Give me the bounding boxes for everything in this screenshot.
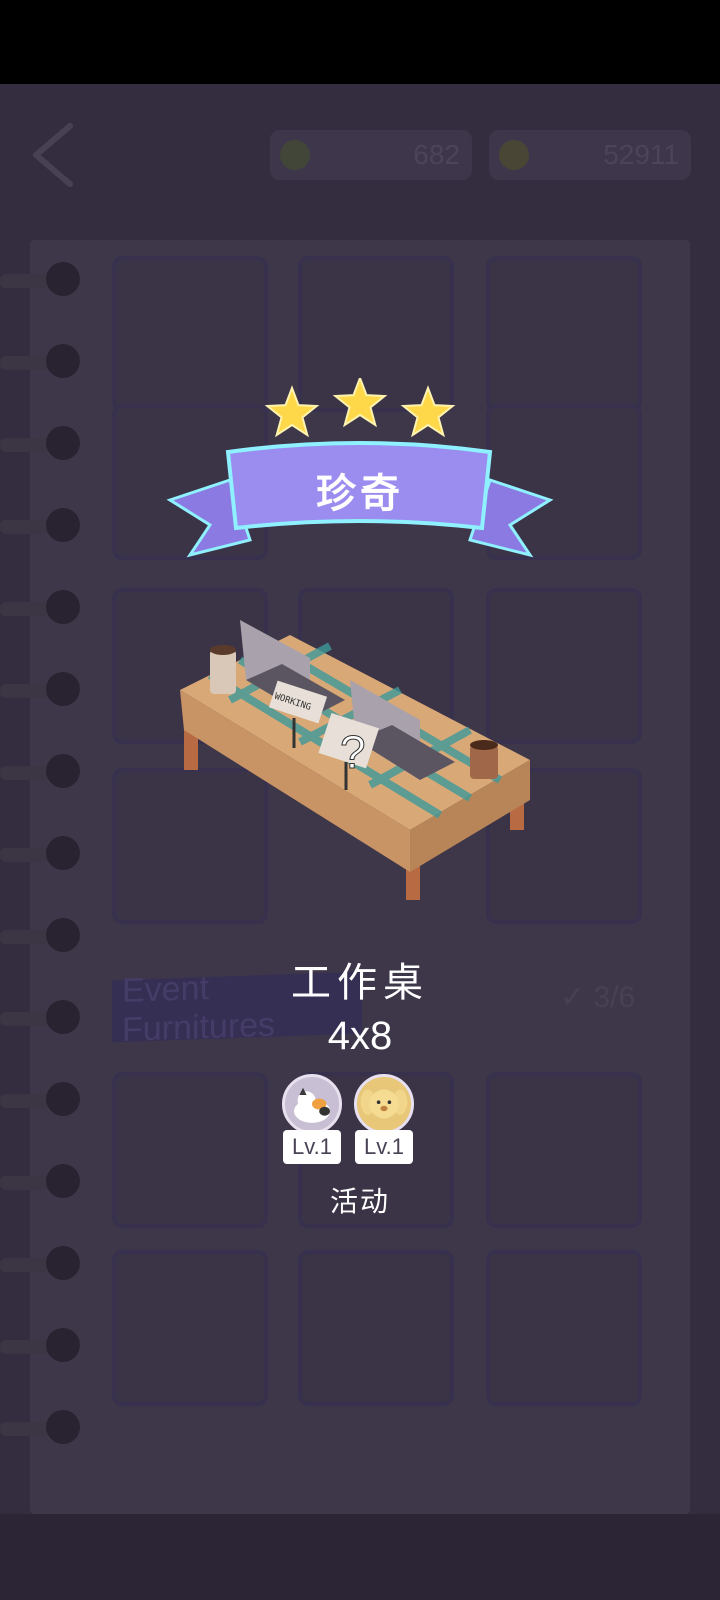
spiral-ring	[0, 836, 80, 872]
collection-cell[interactable]	[486, 1250, 642, 1406]
coin-count: 52911	[603, 139, 679, 170]
status-bar	[0, 0, 720, 84]
calico-cat-icon	[282, 1074, 342, 1134]
spiral-ring	[0, 1246, 80, 1282]
spiral-ring	[0, 508, 80, 544]
gem-icon	[280, 140, 310, 170]
collection-cell[interactable]	[486, 256, 642, 412]
spiral-ring	[0, 426, 80, 462]
spiral-ring	[0, 344, 80, 380]
star-icon	[264, 385, 320, 438]
collection-cell[interactable]	[298, 1250, 454, 1406]
rarity-stars	[264, 378, 456, 438]
spiral-ring	[0, 918, 80, 954]
coin-counter[interactable]: 52911	[489, 130, 691, 180]
spiral-ring	[0, 672, 80, 708]
pet-level-badge: Lv.1	[283, 1130, 341, 1164]
spiral-ring	[0, 1410, 80, 1446]
gem-counter[interactable]: 682	[270, 130, 472, 180]
spiral-ring	[0, 1082, 80, 1118]
star-icon	[400, 385, 456, 438]
chevron-left-icon	[33, 123, 73, 187]
spiral-ring	[0, 754, 80, 790]
item-source: 活动	[329, 1185, 390, 1218]
item-name: 工作桌	[291, 960, 429, 1006]
rarity-label: 珍奇	[316, 471, 404, 517]
spiral-ring	[0, 262, 80, 298]
coin-icon	[499, 140, 529, 170]
back-button[interactable]	[26, 120, 86, 190]
star-icon	[332, 378, 388, 428]
gem-count: 682	[413, 139, 460, 170]
spiral-ring	[0, 1328, 80, 1364]
collection-cell[interactable]	[112, 1250, 268, 1406]
item-size: 4x8	[327, 1014, 393, 1058]
unknown-mark: ?	[340, 726, 366, 778]
work-desk-illustration: WORKING ?	[180, 620, 530, 900]
pet-level-badge: Lv.1	[355, 1130, 413, 1164]
golden-dog-icon	[354, 1074, 414, 1134]
spiral-ring	[0, 590, 80, 626]
collection-cell[interactable]	[112, 256, 268, 412]
bottom-bar	[0, 1514, 720, 1600]
